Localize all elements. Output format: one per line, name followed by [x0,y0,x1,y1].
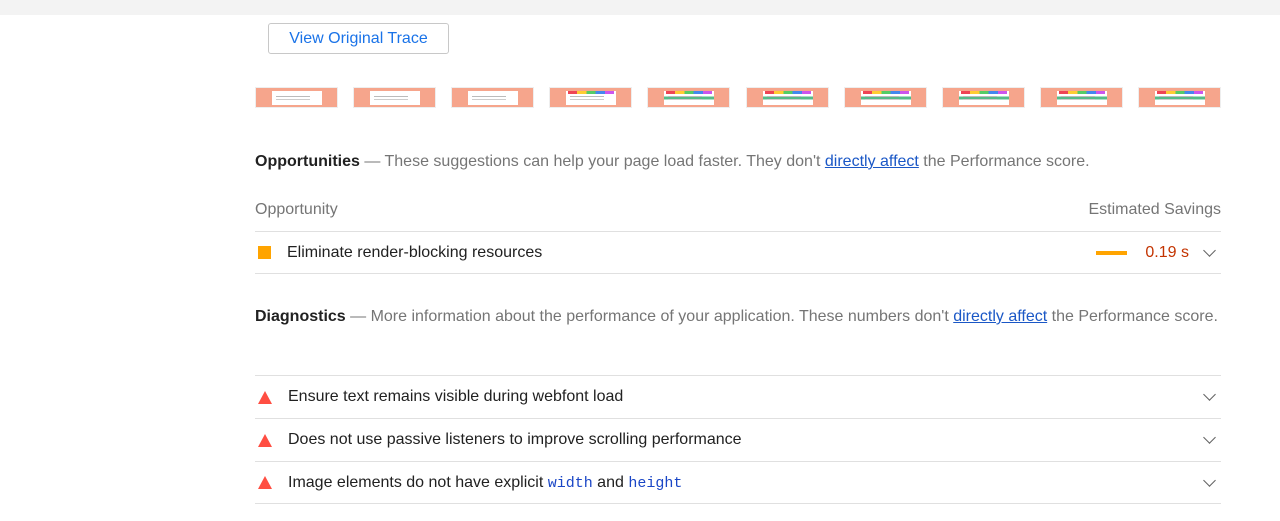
diagnostic-label: Does not use passive listeners to improv… [288,431,742,448]
opportunities-dash: — [359,153,385,170]
diagnostics-title: Diagnostics [255,308,346,325]
diagnostic-label: Image elements do not have explicit widt… [288,474,1205,492]
filmstrip-frame [353,87,437,108]
filmstrip-frame [941,87,1025,108]
red-triangle-icon [258,390,272,404]
diagnostic-row-image-dimensions[interactable]: Image elements do not have explicit widt… [255,461,1221,504]
diagnostic-label-start: Image elements do not have explicit [288,473,548,491]
opportunities-description-end: the Performance score. [918,153,1090,170]
chevron-down-icon[interactable] [1203,431,1216,444]
diagnostics-dash: — [345,308,371,325]
opportunities-title: Opportunities [255,153,360,170]
filmstrip [255,87,1221,108]
diagnostics-description: More information about the performance o… [370,308,954,325]
diagnostic-row-webfont[interactable]: Ensure text remains visible during webfo… [255,375,1221,418]
red-triangle-icon [258,433,272,447]
diagnostic-label-and: and [592,473,629,491]
estimated-savings-column-header: Estimated Savings [1088,201,1221,218]
filmstrip-frame [647,87,731,108]
code-height: height [628,474,683,492]
filmstrip-frame [549,87,633,108]
diagnostic-label: Ensure text remains visible during webfo… [288,388,624,405]
opportunity-table-header: Opportunity Estimated Savings [255,201,1221,219]
view-original-trace-button[interactable]: View Original Trace [268,23,449,54]
diagnostics-description-end: the Performance score. [1047,308,1218,325]
chevron-down-icon[interactable] [1203,243,1216,257]
opportunity-label: Eliminate render-blocking resources [287,243,543,261]
opportunities-header: Opportunities — These suggestions can he… [255,148,1221,175]
chevron-down-icon[interactable] [1203,388,1216,401]
filmstrip-frame [255,87,338,108]
diagnostics-directly-affect-link[interactable]: directly affect [953,308,1047,325]
chevron-down-icon[interactable] [1203,473,1216,487]
savings-bar [1096,250,1128,255]
opportunities-description: These suggestions can help your page loa… [384,153,825,170]
orange-square-icon [258,246,271,259]
opportunity-row-render-blocking[interactable]: Eliminate render-blocking resources 0.19… [255,231,1221,274]
opportunities-directly-affect-link[interactable]: directly affect [825,153,919,170]
filmstrip-frame [745,87,829,108]
red-triangle-icon [258,476,272,489]
filmstrip-frame [1039,87,1123,108]
code-width: width [547,474,593,492]
opportunity-column-header: Opportunity [255,201,338,218]
diagnostic-row-passive-listeners[interactable]: Does not use passive listeners to improv… [255,418,1221,461]
top-bar [0,0,1280,15]
filmstrip-frame [1137,87,1221,108]
diagnostics-header: Diagnostics — More information about the… [255,303,1221,330]
savings-value: 0.19 s [1145,243,1189,261]
filmstrip-frame [843,87,927,108]
filmstrip-frame [451,87,535,108]
